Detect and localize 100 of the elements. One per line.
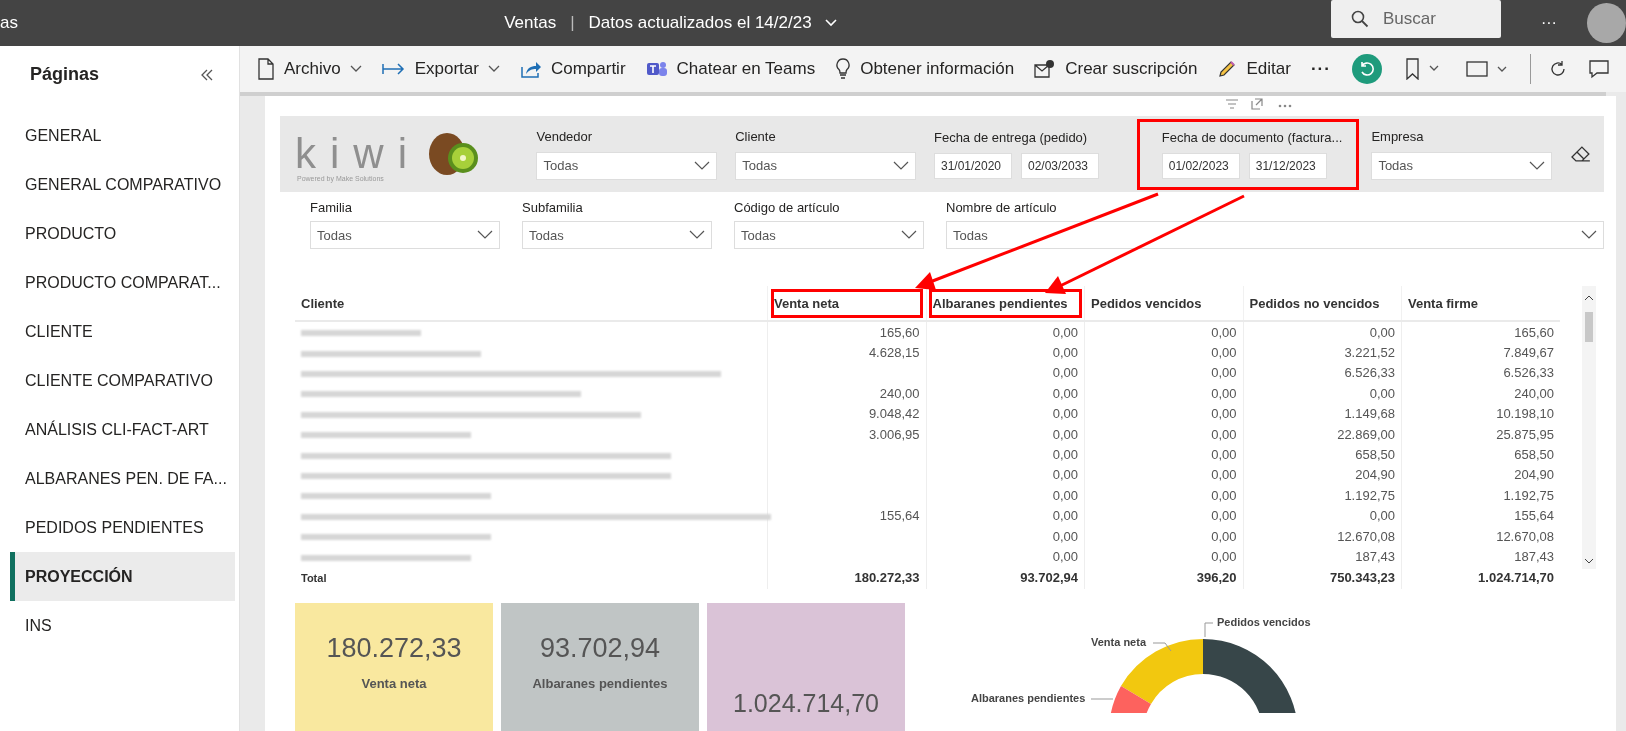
- date-field[interactable]: 02/03/2033: [1020, 152, 1099, 179]
- avatar-icon[interactable]: [1586, 3, 1626, 43]
- date-field[interactable]: 31/01/2020: [933, 152, 1012, 179]
- share-icon: [519, 59, 542, 79]
- kpi-label: Venta neta: [361, 675, 427, 691]
- table-cell: 155,64: [767, 505, 926, 526]
- kiwi-fruit-icon: [427, 131, 479, 177]
- eraser-icon[interactable]: [1570, 144, 1592, 164]
- page-item[interactable]: PRODUCTO COMPARAT...: [10, 258, 235, 307]
- more-button[interactable]: ···: [1301, 51, 1340, 87]
- table-cell: 10.198,10: [1401, 403, 1560, 424]
- table-cell: 0,00: [1084, 423, 1243, 445]
- chevron-down-icon: [892, 160, 909, 171]
- table-cell: 1.149,68: [1243, 403, 1402, 424]
- total-cell: 180.272,33: [767, 566, 926, 589]
- table-cell: 0,00: [926, 464, 1085, 486]
- table-cell: 0,00: [926, 403, 1085, 424]
- toolbar-button[interactable]: Archivo: [248, 51, 371, 87]
- toolbar-button[interactable]: Exportar: [372, 51, 509, 87]
- logo-text: kiwi: [295, 130, 421, 177]
- table-cell: 0,00: [926, 342, 1085, 363]
- dropdown[interactable]: Todas: [522, 221, 712, 249]
- date-field[interactable]: 01/02/2023: [1161, 152, 1240, 179]
- app-name: as: [0, 13, 19, 33]
- document-icon: [257, 58, 275, 80]
- scrollbar[interactable]: [1582, 286, 1596, 569]
- scroll-down-icon[interactable]: [1584, 557, 1594, 565]
- column-header[interactable]: Cliente: [295, 286, 768, 321]
- lightbulb-icon: [835, 58, 852, 80]
- table-cell: 187,43: [1243, 546, 1402, 567]
- page-item[interactable]: GENERAL: [10, 111, 235, 160]
- column-header[interactable]: Pedidos no vencidos: [1243, 286, 1402, 321]
- column-header[interactable]: Pedidos vencidos: [1084, 286, 1243, 321]
- page-item[interactable]: PROYECCIÓN: [10, 552, 235, 601]
- donut-label: Albaranes pendientes: [971, 691, 1086, 704]
- table-cell: 0,00: [1243, 505, 1402, 526]
- dropdown[interactable]: Todas: [735, 151, 916, 180]
- comment-icon[interactable]: [1588, 59, 1609, 79]
- arrow-right-icon: [381, 62, 406, 76]
- report-title: Ventas: [504, 13, 557, 33]
- total-cell: 750.343,23: [1243, 566, 1402, 589]
- toolbar-button[interactable]: Compartir: [510, 51, 635, 87]
- chevron-down-icon: [823, 18, 838, 28]
- chevron-down-icon: [689, 230, 705, 240]
- table-cell: 0,00: [1084, 342, 1243, 363]
- toolbar-button[interactable]: Chatear en Teams: [636, 51, 825, 87]
- table-cell: 0,00: [1084, 444, 1243, 465]
- page-item[interactable]: GENERAL COMPARATIVO: [10, 160, 235, 209]
- toolbar-button[interactable]: Crear suscripción: [1025, 51, 1207, 87]
- column-header[interactable]: Albaranes pendientes: [926, 286, 1085, 321]
- dropdown[interactable]: Todas: [1371, 151, 1553, 180]
- toolbar-button[interactable]: Editar: [1208, 51, 1300, 87]
- chevron-down-icon: [694, 160, 711, 171]
- table-cell: 6.526,33: [1401, 362, 1560, 384]
- page-item[interactable]: ANÁLISIS CLI-FACT-ART: [10, 405, 235, 454]
- table-cell: 204,90: [1243, 464, 1402, 486]
- more-button[interactable]: ···: [1540, 14, 1557, 32]
- chevron-down-icon: [1581, 230, 1597, 240]
- filter-label: Fecha de documento (factura...: [1161, 129, 1343, 145]
- date-field[interactable]: 31/12/2023: [1248, 152, 1327, 179]
- table-cell: 0,00: [926, 485, 1085, 506]
- dropdown[interactable]: Todas: [536, 151, 718, 180]
- dropdown[interactable]: Todas: [946, 221, 1604, 249]
- total-label: Total: [295, 566, 768, 589]
- table-cell: 187,43: [1401, 546, 1560, 567]
- page-item[interactable]: ALBARANES PEN. DE FA...: [10, 454, 235, 503]
- scroll-up-icon[interactable]: [1584, 294, 1594, 302]
- kpi-label: Albaranes pendientes: [532, 675, 668, 691]
- column-header[interactable]: Venta firme: [1401, 286, 1560, 321]
- toolbar-button[interactable]: Obtener información: [826, 51, 1024, 87]
- donut-label: Pedidos vencidos: [1217, 615, 1311, 628]
- table-cell: 0,00: [926, 423, 1085, 445]
- table-cell: 12.670,08: [1243, 525, 1402, 547]
- scrollbar-thumb[interactable]: [1585, 312, 1593, 342]
- column-header[interactable]: Venta neta: [767, 286, 926, 321]
- dropdown[interactable]: Todas: [310, 221, 500, 249]
- table-cell: 0,00: [926, 546, 1085, 567]
- collapse-icon[interactable]: [200, 67, 214, 82]
- table-cell: 3.006,95: [767, 423, 926, 445]
- table-cell: 0,00: [926, 444, 1085, 465]
- table-cell: 0,00: [926, 383, 1085, 404]
- page-item[interactable]: CLIENTE: [10, 307, 235, 356]
- table-cell: 155,64: [1401, 505, 1560, 526]
- table-cell: 6.526,33: [1243, 362, 1402, 384]
- dropdown[interactable]: Todas: [734, 221, 924, 249]
- table-cell: 0,00: [1084, 546, 1243, 567]
- refresh-icon[interactable]: [1548, 60, 1567, 78]
- reset-icon[interactable]: [1351, 54, 1382, 84]
- filter-label: Cliente: [735, 128, 777, 144]
- page-item[interactable]: PEDIDOS PENDIENTES: [10, 503, 235, 552]
- teams-icon: [645, 59, 668, 79]
- page-item[interactable]: PRODUCTO: [10, 209, 235, 258]
- kpi-value: 180.272,33: [326, 632, 462, 664]
- page-item[interactable]: CLIENTE COMPARATIVO: [10, 356, 235, 405]
- total-cell: 396,20: [1084, 566, 1243, 589]
- data-updated-button[interactable]: Datos actualizados el 14/2/23: [588, 13, 838, 33]
- page-item[interactable]: INS: [10, 601, 235, 650]
- search-field[interactable]: Buscar: [1330, 0, 1501, 38]
- table-cell: 9.048,42: [767, 403, 926, 424]
- table-cell: 0,00: [1084, 362, 1243, 384]
